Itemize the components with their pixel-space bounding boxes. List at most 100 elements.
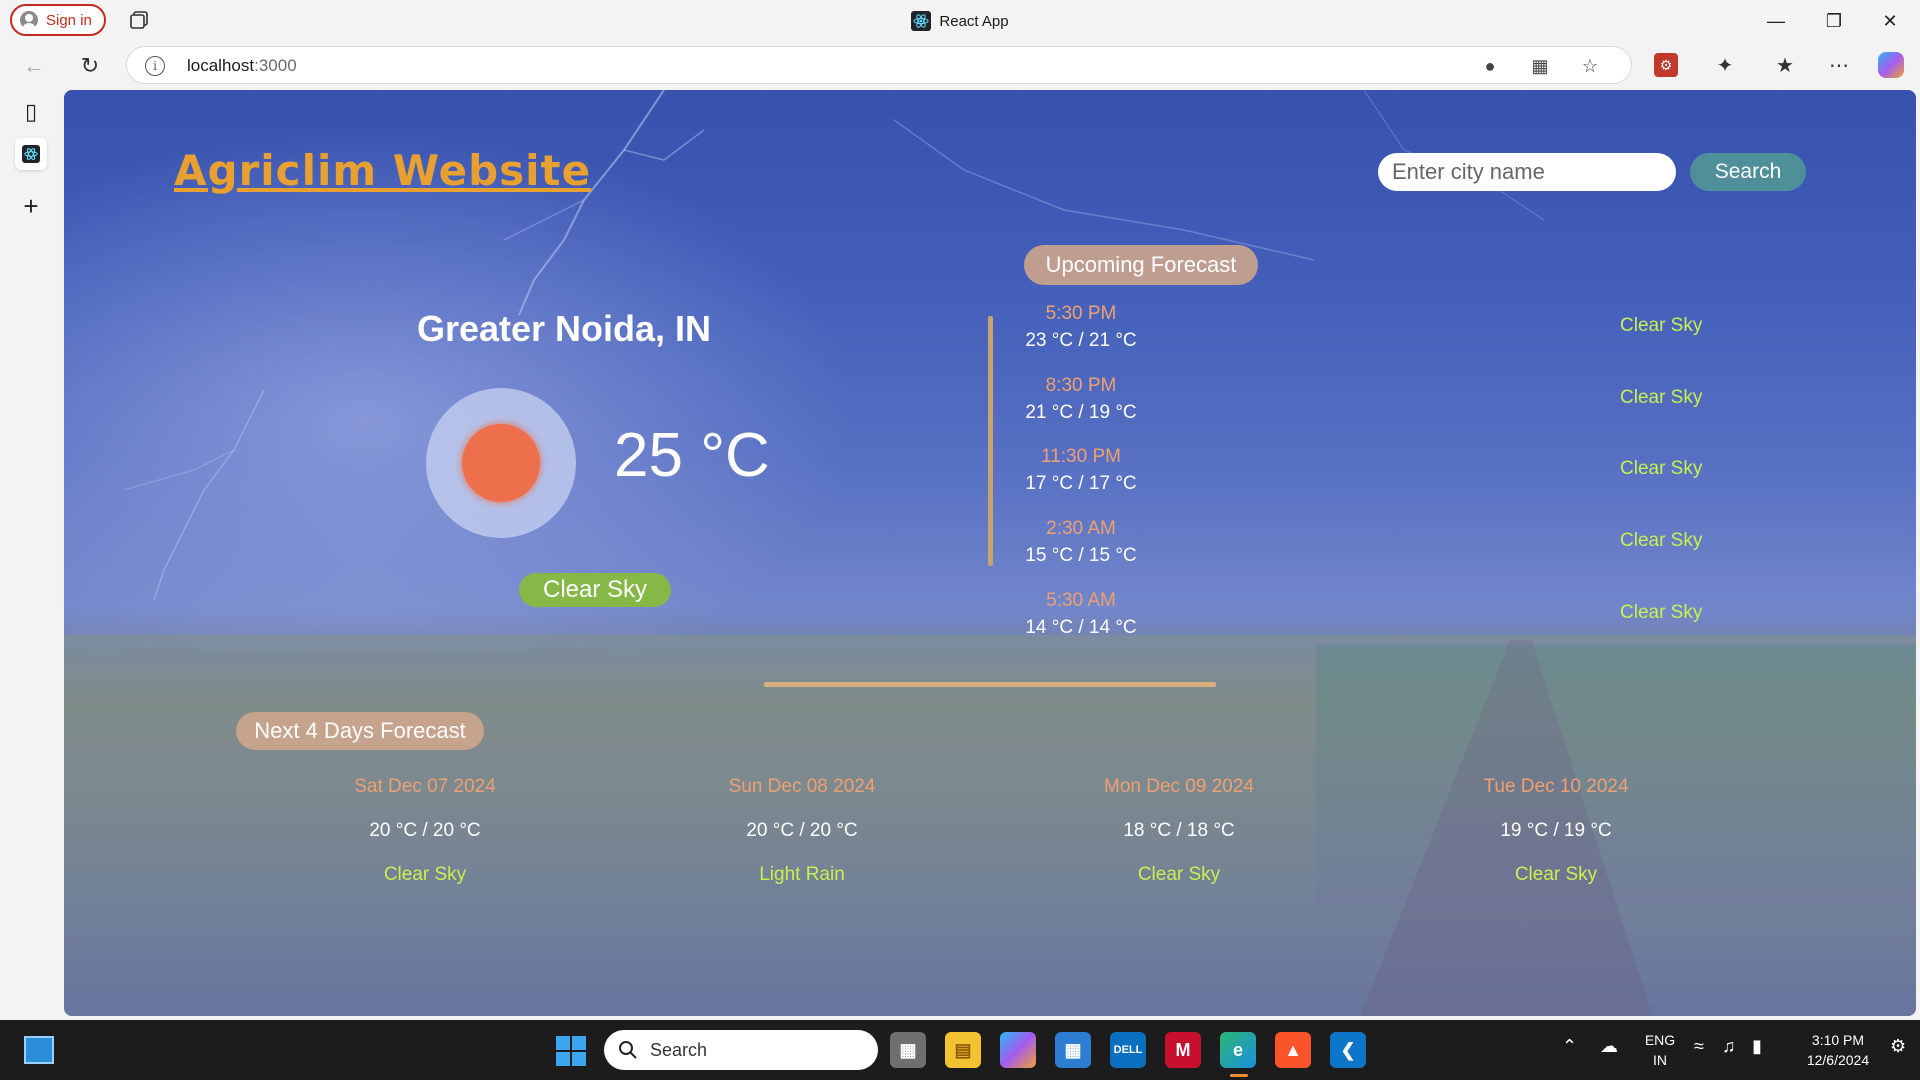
- site-title-link[interactable]: Agriclim Website: [174, 146, 591, 195]
- minimize-icon[interactable]: —: [1754, 6, 1798, 36]
- clock-time: 3:10 PM: [1811, 1032, 1865, 1048]
- notifications-bell-icon[interactable]: ⚙: [1890, 1036, 1906, 1057]
- show-hidden-icons-chevron-icon[interactable]: ⌃: [1562, 1036, 1577, 1057]
- daily-forecast-item: Tue Dec 10 2024 19 °C / 19 °C Clear Sky: [1426, 776, 1686, 886]
- forecast-condition: Clear Sky: [1620, 315, 1703, 336]
- extension-icon[interactable]: ⚙: [1654, 53, 1678, 77]
- city-search-input[interactable]: [1378, 153, 1676, 191]
- daily-forecast-item: Sat Dec 07 2024 20 °C / 20 °C Clear Sky: [295, 776, 555, 886]
- task-view-icon[interactable]: ▦: [890, 1032, 926, 1068]
- react-tab-icon[interactable]: [15, 138, 47, 170]
- hourly-forecast-item: 8:30 PM 21 °C / 19 °C Clear Sky: [1024, 375, 1784, 435]
- sun-icon: [462, 424, 540, 502]
- refresh-icon[interactable]: ↻: [74, 50, 106, 82]
- daily-condition: Clear Sky: [383, 864, 467, 885]
- copilot-app-icon[interactable]: [1000, 1032, 1036, 1068]
- current-temperature: 25 °C: [614, 421, 770, 490]
- language-indicator[interactable]: ENG IN: [1640, 1030, 1680, 1070]
- dell-icon[interactable]: DELL: [1110, 1032, 1146, 1068]
- microsoft-store-icon[interactable]: ▦: [1055, 1032, 1091, 1068]
- hourly-forecast-item: 11:30 PM 17 °C / 17 °C Clear Sky: [1024, 446, 1784, 506]
- window-title: React App: [0, 11, 1920, 31]
- browser-toolbar: ← ↻ i localhost:3000 ● ▦ ☆ ⚙ ✦ ★ ⋯: [0, 42, 1920, 88]
- next-days-forecast-heading: Next 4 Days Forecast: [236, 712, 484, 750]
- vscode-icon[interactable]: ❮: [1330, 1032, 1366, 1068]
- close-icon[interactable]: ✕: [1868, 6, 1912, 36]
- favorite-star-icon[interactable]: ☆: [1579, 55, 1601, 77]
- horizontal-divider: [764, 682, 1216, 687]
- weather-icon-container: [426, 388, 576, 538]
- forecast-condition: Clear Sky: [1620, 530, 1703, 551]
- forecast-condition: Clear Sky: [1620, 458, 1703, 479]
- widgets-icon[interactable]: [24, 1036, 54, 1064]
- brave-browser-icon[interactable]: ▲: [1275, 1032, 1311, 1068]
- taskbar-search-label: Search: [650, 1039, 708, 1060]
- edge-browser-icon[interactable]: e: [1220, 1032, 1256, 1068]
- tab-title: React App: [939, 12, 1009, 30]
- hourly-forecast-item: 5:30 AM 14 °C / 14 °C Clear Sky: [1024, 590, 1784, 650]
- current-condition-badge: Clear Sky: [519, 573, 671, 607]
- daily-temp: 19 °C / 19 °C: [1500, 820, 1612, 841]
- restore-icon[interactable]: ❐: [1812, 6, 1856, 36]
- daily-condition: Clear Sky: [1514, 864, 1598, 885]
- wifi-icon[interactable]: ≈: [1694, 1036, 1704, 1057]
- daily-temp: 18 °C / 18 °C: [1123, 820, 1235, 841]
- region-code: IN: [1653, 1052, 1667, 1068]
- forecast-temp: 17 °C / 17 °C: [1025, 473, 1137, 494]
- daily-date: Sat Dec 07 2024: [354, 776, 496, 797]
- daily-temp: 20 °C / 20 °C: [746, 820, 858, 841]
- mcafee-icon[interactable]: M: [1165, 1032, 1201, 1068]
- copilot-icon[interactable]: [1878, 52, 1904, 78]
- vertical-tabs-sidebar: ▯ +: [0, 88, 62, 1020]
- more-options-icon[interactable]: ⋯: [1824, 50, 1854, 80]
- windows-start-icon[interactable]: [556, 1036, 586, 1066]
- react-favicon-icon: [911, 11, 932, 31]
- active-app-indicator: [1230, 1074, 1248, 1077]
- web-page: Agriclim Website Search Greater Noida, I…: [64, 90, 1916, 1016]
- daily-temp: 20 °C / 20 °C: [369, 820, 481, 841]
- taskbar: Search ▦ ▤ ▦ DELL M e ▲ ❮ ⌃ ☁ ENG IN ≈ ♫…: [0, 1020, 1920, 1080]
- app-available-icon[interactable]: ▦: [1529, 55, 1551, 77]
- daily-date: Sun Dec 08 2024: [728, 776, 876, 797]
- hourly-forecast-item: 5:30 PM 23 °C / 21 °C Clear Sky: [1024, 303, 1784, 363]
- forecast-temp: 23 °C / 21 °C: [1025, 330, 1137, 351]
- forecast-time: 5:30 PM: [1045, 303, 1117, 324]
- forecast-temp: 14 °C / 14 °C: [1025, 617, 1137, 638]
- taskbar-search[interactable]: Search: [604, 1030, 878, 1070]
- forecast-condition: Clear Sky: [1620, 602, 1703, 623]
- tab-panel-icon[interactable]: ▯: [15, 96, 47, 128]
- forecast-time: 2:30 AM: [1046, 518, 1116, 539]
- forecast-condition: Clear Sky: [1620, 387, 1703, 408]
- battery-icon[interactable]: ▮: [1752, 1036, 1762, 1057]
- forecast-time: 8:30 PM: [1045, 375, 1117, 396]
- daily-forecast-item: Sun Dec 08 2024 20 °C / 20 °C Light Rain: [672, 776, 932, 886]
- address-bar[interactable]: i localhost:3000 ● ▦ ☆: [126, 46, 1632, 84]
- forecast-temp: 21 °C / 19 °C: [1025, 402, 1137, 423]
- upcoming-forecast-heading: Upcoming Forecast: [1024, 245, 1258, 285]
- forecast-time: 5:30 AM: [1046, 590, 1116, 611]
- url-text[interactable]: localhost:3000: [187, 56, 297, 76]
- file-explorer-icon[interactable]: ▤: [945, 1032, 981, 1068]
- clock[interactable]: 3:10 PM 12/6/2024: [1790, 1030, 1886, 1070]
- clock-date: 12/6/2024: [1806, 1052, 1870, 1068]
- language-code: ENG: [1644, 1032, 1676, 1048]
- daily-date: Mon Dec 09 2024: [1104, 776, 1254, 797]
- site-info-icon[interactable]: i: [145, 56, 165, 76]
- forecast-time: 11:30 PM: [1041, 446, 1121, 467]
- daily-date: Tue Dec 10 2024: [1483, 776, 1629, 797]
- back-arrow-icon[interactable]: ←: [18, 50, 50, 82]
- location-pin-icon[interactable]: ●: [1479, 55, 1501, 77]
- new-tab-plus-icon[interactable]: +: [15, 190, 47, 222]
- volume-icon[interactable]: ♫: [1722, 1036, 1736, 1057]
- search-button[interactable]: Search: [1690, 153, 1806, 191]
- daily-condition: Light Rain: [759, 864, 845, 885]
- browser-title-bar: Sign in React App — ❐ ✕: [0, 0, 1920, 42]
- onedrive-cloud-icon[interactable]: ☁: [1600, 1036, 1618, 1057]
- hourly-forecast-item: 2:30 AM 15 °C / 15 °C Clear Sky: [1024, 518, 1784, 578]
- forecast-temp: 15 °C / 15 °C: [1025, 545, 1137, 566]
- daily-forecast-item: Mon Dec 09 2024 18 °C / 18 °C Clear Sky: [1049, 776, 1309, 886]
- extensions-puzzle-icon[interactable]: ✦: [1710, 50, 1740, 80]
- favorites-icon[interactable]: ★: [1770, 50, 1800, 80]
- vertical-divider: [988, 316, 993, 566]
- search-icon: [619, 1041, 637, 1059]
